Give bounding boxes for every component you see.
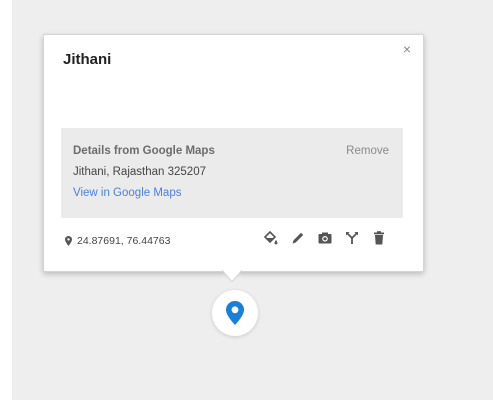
trash-icon <box>374 231 384 245</box>
feature-toolbar <box>262 229 388 247</box>
coordinates-text: 24.87691, 76.44763 <box>77 235 171 247</box>
coordinates-row: 24.87691, 76.44763 <box>65 235 170 247</box>
remove-button[interactable]: Remove <box>346 145 389 157</box>
camera-icon <box>318 232 332 244</box>
pencil-icon <box>292 232 304 244</box>
pin-icon <box>65 236 72 246</box>
place-title: Jithani <box>63 51 112 68</box>
info-window: × Jithani Details from Google Maps Remov… <box>43 34 424 272</box>
style-button[interactable] <box>262 229 280 247</box>
close-icon[interactable]: × <box>403 42 411 56</box>
info-window-pointer <box>222 270 242 282</box>
address-text: Jithani, Rajasthan 325207 <box>73 166 206 178</box>
location-pin-icon <box>226 301 244 325</box>
delete-button[interactable] <box>370 229 388 247</box>
directions-fork-icon <box>346 232 358 244</box>
edit-button[interactable] <box>289 229 307 247</box>
map-marker[interactable] <box>212 290 258 336</box>
details-heading: Details from Google Maps <box>73 145 215 157</box>
details-panel: Details from Google Maps Remove Jithani,… <box>61 128 403 218</box>
paint-bucket-icon <box>263 230 278 245</box>
directions-button[interactable] <box>343 229 361 247</box>
view-in-google-maps-link[interactable]: View in Google Maps <box>73 187 181 199</box>
add-photo-button[interactable] <box>316 229 334 247</box>
